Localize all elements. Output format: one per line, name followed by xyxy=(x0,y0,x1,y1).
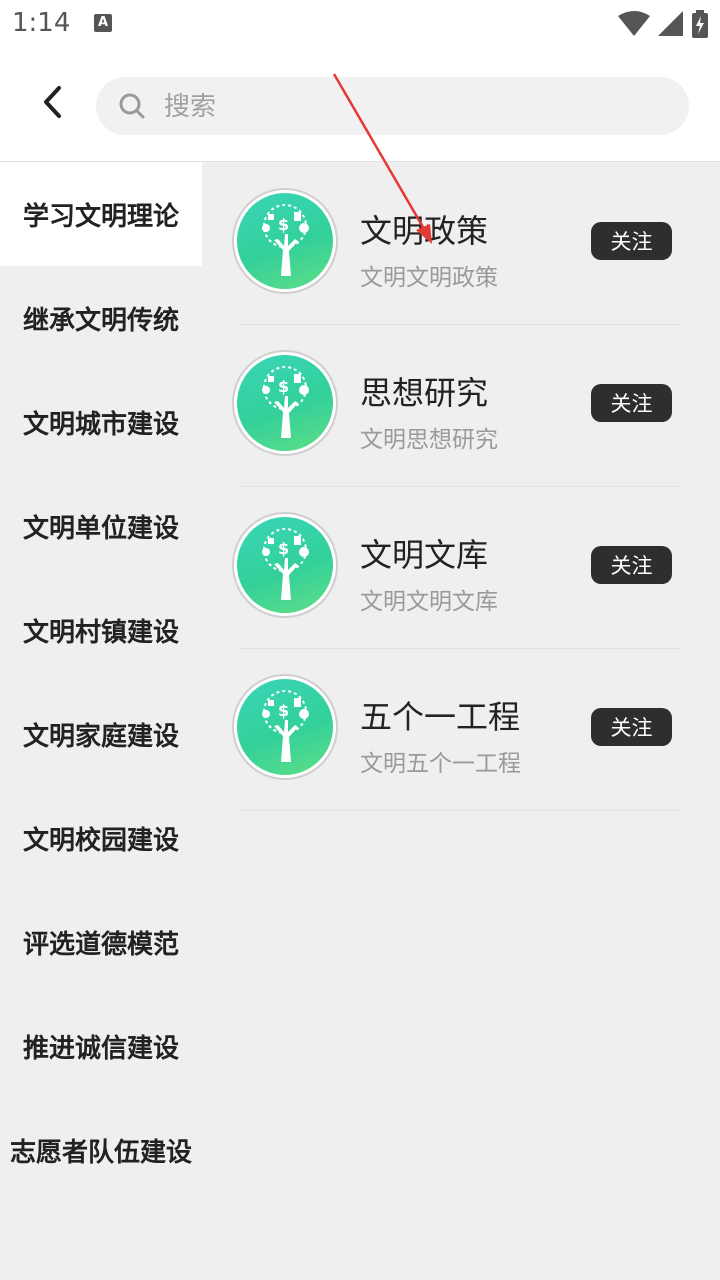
follow-button[interactable]: 关注 xyxy=(591,708,672,746)
a-icon: A xyxy=(94,14,112,32)
item-title: 文明政策 xyxy=(360,212,489,250)
list-item[interactable]: $ 五个一工程 文明五个一工程 关注 xyxy=(232,648,682,811)
wifi-icon xyxy=(618,11,650,36)
status-time: 1:14 xyxy=(12,8,71,38)
money-tree-icon: $ xyxy=(262,690,309,762)
sidebar-item-integrity-construction[interactable]: 推进诚信建设 xyxy=(0,994,202,1098)
sidebar-item-study-theory[interactable]: 学习文明理论 xyxy=(0,162,202,266)
sidebar-item-village-construction[interactable]: 文明村镇建设 xyxy=(0,578,202,682)
status-icons xyxy=(618,10,708,38)
chevron-left-icon xyxy=(44,86,61,118)
follow-button[interactable]: 关注 xyxy=(591,546,672,584)
money-tree-icon: $ xyxy=(262,528,309,600)
sidebar-item-moral-models[interactable]: 评选道德模范 xyxy=(0,890,202,994)
subscription-list: $ 文明政策 文明文明政策 关注 $ 思想研究 文明思想研究 关注 $ 文明文库… xyxy=(202,162,720,1280)
search-input[interactable] xyxy=(162,77,666,137)
item-title: 思想研究 xyxy=(360,374,489,412)
back-button[interactable] xyxy=(34,84,70,120)
svg-text:$: $ xyxy=(278,701,289,720)
avatar: $ xyxy=(232,350,338,456)
item-title: 文明文库 xyxy=(360,536,489,574)
item-subtitle: 文明文明文库 xyxy=(360,589,498,615)
svg-text:$: $ xyxy=(278,539,289,558)
list-item[interactable]: $ 思想研究 文明思想研究 关注 xyxy=(232,324,682,487)
money-tree-icon: $ xyxy=(262,204,309,276)
battery-charging-icon xyxy=(692,10,708,38)
sidebar-item-city-construction[interactable]: 文明城市建设 xyxy=(0,370,202,474)
avatar: $ xyxy=(232,674,338,780)
sidebar-item-family-construction[interactable]: 文明家庭建设 xyxy=(0,682,202,786)
item-title: 五个一工程 xyxy=(360,698,521,736)
avatar: $ xyxy=(232,188,338,294)
sidebar-item-campus-construction[interactable]: 文明校园建设 xyxy=(0,786,202,890)
follow-button[interactable]: 关注 xyxy=(591,222,672,260)
svg-text:$: $ xyxy=(278,377,289,396)
search-icon xyxy=(119,93,145,119)
money-tree-icon: $ xyxy=(262,366,309,438)
header-bar xyxy=(0,50,720,162)
category-sidebar: 学习文明理论 继承文明传统 文明城市建设 文明单位建设 文明村镇建设 文明家庭建… xyxy=(0,162,202,1280)
svg-text:$: $ xyxy=(278,215,289,234)
follow-button[interactable]: 关注 xyxy=(591,384,672,422)
list-item[interactable]: $ 文明文库 文明文明文库 关注 xyxy=(232,486,682,649)
sidebar-item-inherit-tradition[interactable]: 继承文明传统 xyxy=(0,266,202,370)
search-bar[interactable] xyxy=(96,77,689,137)
item-subtitle: 文明文明政策 xyxy=(360,265,498,291)
list-item[interactable]: $ 文明政策 文明文明政策 关注 xyxy=(232,162,682,325)
sidebar-item-unit-construction[interactable]: 文明单位建设 xyxy=(0,474,202,578)
status-bar: 1:14 A xyxy=(0,0,720,50)
item-subtitle: 文明思想研究 xyxy=(360,427,498,453)
avatar: $ xyxy=(232,512,338,618)
sidebar-item-volunteer-team[interactable]: 志愿者队伍建设 xyxy=(0,1098,202,1202)
item-subtitle: 文明五个一工程 xyxy=(360,751,521,777)
signal-icon xyxy=(658,11,683,36)
